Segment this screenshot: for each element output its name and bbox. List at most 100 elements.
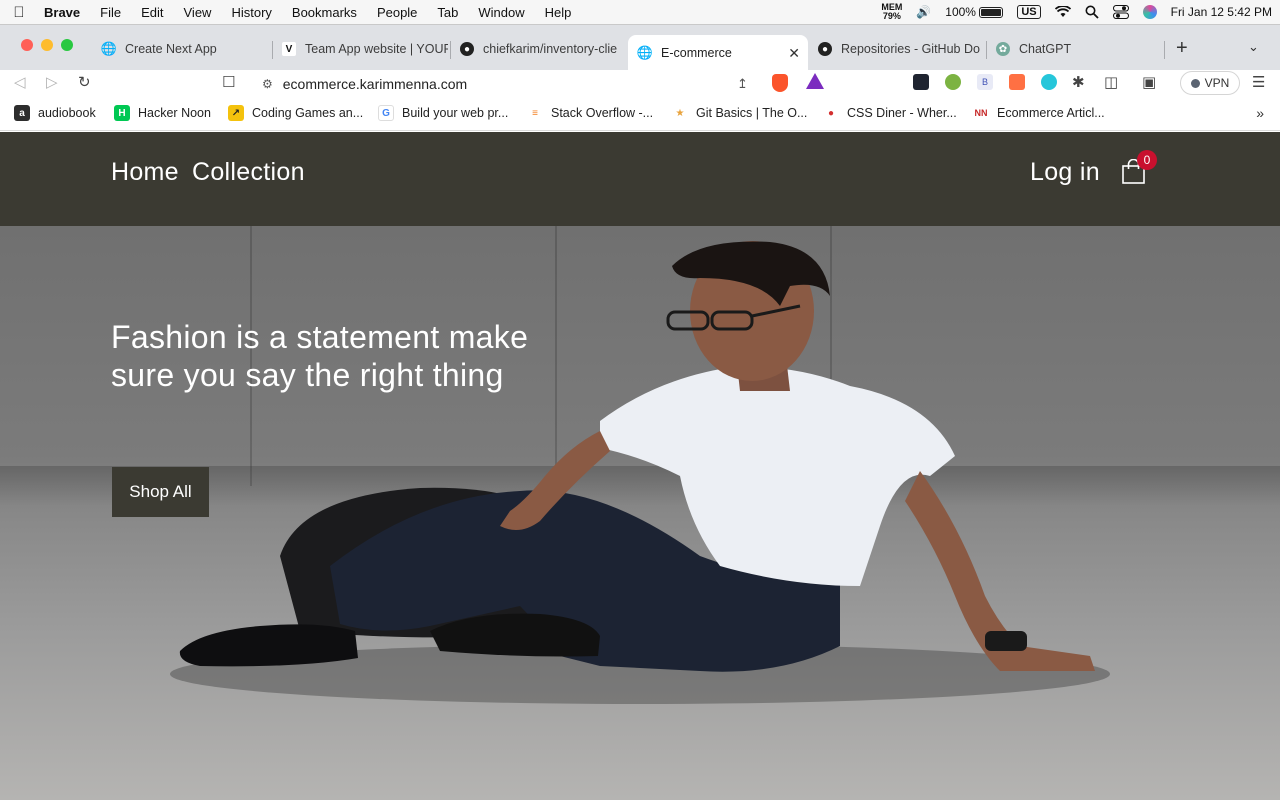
github-icon: ●	[818, 42, 832, 56]
site-settings-icon[interactable]: ⚙	[262, 77, 273, 91]
extensions-puzzle-icon[interactable]: ✱	[1072, 73, 1085, 91]
new-tab-plus-icon[interactable]: +	[1176, 37, 1188, 60]
tab-create-next-app[interactable]: 🌐 Create Next App	[92, 35, 270, 63]
tab-title: ChatGPT	[1019, 42, 1072, 56]
close-window-button[interactable]	[21, 39, 33, 51]
menubar-status-area: MEM 79% 🔊 100% US Fri Jan 12 5:42 PM	[881, 0, 1272, 24]
nav-home-link[interactable]: Home	[111, 158, 179, 187]
git-basics-icon: ★	[672, 105, 688, 121]
css-diner-icon: ●	[823, 105, 839, 121]
siri-icon[interactable]	[1142, 5, 1157, 19]
share-icon[interactable]: ↥	[737, 76, 748, 92]
tab-e-commerce[interactable]: 🌐 E-commerce ✕	[628, 35, 808, 71]
control-center-icon[interactable]	[1112, 5, 1129, 19]
tab-search-chevron-down-icon[interactable]: ⌄	[1248, 39, 1259, 55]
menu-history[interactable]: History	[221, 5, 281, 20]
bookmark-label: CSS Diner - Wher...	[847, 106, 957, 120]
shop-all-button[interactable]: Shop All	[112, 467, 209, 517]
tab-team-app-website[interactable]: V Team App website | YOUR	[272, 35, 448, 63]
bookmarks-bar: a audiobook H Hacker Noon ↗ Coding Games…	[0, 100, 1280, 131]
audiobook-icon: a	[14, 105, 30, 121]
codingame-icon: ↗	[228, 105, 244, 121]
bookmark-coding-games[interactable]: ↗ Coding Games an...	[228, 105, 363, 121]
ecommerce-article-icon: NN	[973, 105, 989, 121]
window-controls	[21, 39, 73, 51]
tab-inventory-client-repo[interactable]: ● chiefkarim/inventory-clie	[450, 35, 626, 63]
bookmark-label: Coding Games an...	[252, 106, 364, 120]
nav-login-link[interactable]: Log in	[1030, 158, 1100, 187]
bookmark-label: Build your web pr...	[402, 106, 509, 120]
bookmark-page-icon[interactable]: ☐	[222, 73, 235, 91]
menu-window[interactable]: Window	[468, 5, 534, 20]
menu-edit[interactable]: Edit	[131, 5, 173, 20]
bookmark-stack-overflow[interactable]: ≡ Stack Overflow -...	[527, 105, 653, 121]
web-page: Home Collection Log in 0 Fashion is a st…	[0, 132, 1280, 800]
back-arrow-icon[interactable]: ◁	[14, 73, 26, 91]
bookmark-css-diner[interactable]: ● CSS Diner - Wher...	[823, 105, 957, 121]
vpn-status-icon	[1190, 78, 1200, 88]
battery-indicator[interactable]: 100%	[945, 5, 1004, 19]
more-bookmarks-chevron-icon[interactable]: »	[1256, 105, 1264, 121]
address-bar[interactable]: ⚙ ecommerce.karimmenna.com ↥	[250, 70, 832, 98]
brave-rewards-icon[interactable]	[806, 73, 824, 89]
vpn-label: VPN	[1204, 76, 1230, 90]
nav-collection-link[interactable]: Collection	[192, 158, 305, 187]
tab-github-repositories[interactable]: ● Repositories - GitHub Do	[808, 35, 984, 63]
battery-icon	[979, 7, 1004, 19]
bookmark-audiobook[interactable]: a audiobook	[14, 105, 96, 121]
v-logo-icon: V	[282, 42, 296, 56]
macos-menubar:  Brave File Edit View History Bookmarks…	[0, 0, 1280, 24]
spotlight-search-icon[interactable]	[1085, 5, 1099, 19]
menu-bookmarks[interactable]: Bookmarks	[282, 5, 367, 20]
tab-title: E-commerce	[661, 46, 732, 60]
forward-arrow-icon[interactable]: ▷	[46, 73, 58, 91]
bookmark-build-web[interactable]: G Build your web pr...	[378, 105, 508, 121]
tab-title: chiefkarim/inventory-clie	[483, 42, 618, 56]
react-devtools-icon[interactable]	[913, 74, 929, 90]
stack-overflow-icon: ≡	[527, 105, 543, 121]
bookmark-hacker-noon[interactable]: H Hacker Noon	[114, 105, 211, 121]
github-icon: ●	[460, 42, 474, 56]
tab-title: Repositories - GitHub Do	[841, 42, 980, 56]
bookmark-label: audiobook	[38, 106, 96, 120]
grammar-extension-icon[interactable]	[1041, 74, 1057, 90]
bitwarden-extension-icon[interactable]: B	[977, 74, 993, 90]
brave-shields-icon[interactable]	[772, 74, 788, 92]
hacker-noon-icon: H	[114, 105, 130, 121]
sidebar-toggle-icon[interactable]: ◫	[1104, 73, 1118, 91]
bookmark-label: Ecommerce Articl...	[997, 106, 1105, 120]
menu-help[interactable]: Help	[535, 5, 582, 20]
menu-file[interactable]: File	[90, 5, 131, 20]
wifi-icon[interactable]	[1054, 6, 1071, 18]
frog-extension-icon[interactable]	[945, 74, 961, 90]
zoom-window-button[interactable]	[61, 39, 73, 51]
menu-view[interactable]: View	[174, 5, 222, 20]
memory-indicator[interactable]: MEM 79%	[881, 3, 902, 21]
bookmark-git-basics[interactable]: ★ Git Basics | The O...	[672, 105, 807, 121]
browser-tab-strip: 🌐 Create Next App V Team App website | Y…	[0, 24, 1280, 71]
reload-icon[interactable]: ↻	[78, 73, 91, 91]
fox-extension-icon[interactable]	[1009, 74, 1025, 90]
tab-title: Create Next App	[125, 42, 217, 56]
menu-tab[interactable]: Tab	[427, 5, 468, 20]
wallet-icon[interactable]: ▣	[1142, 73, 1156, 91]
volume-icon[interactable]: 🔊	[916, 5, 931, 19]
tab-title: Team App website | YOUR	[305, 42, 448, 56]
url-text[interactable]: ecommerce.karimmenna.com	[283, 76, 467, 92]
cart-count-badge: 0	[1137, 150, 1157, 170]
menu-app-name[interactable]: Brave	[38, 5, 90, 20]
globe-icon: 🌐	[100, 41, 118, 56]
clock[interactable]: Fri Jan 12 5:42 PM	[1171, 5, 1272, 19]
apple-menu-icon[interactable]: 	[0, 4, 38, 21]
main-menu-icon[interactable]: ☰	[1252, 73, 1265, 91]
chatgpt-icon: ✿	[996, 42, 1010, 56]
google-icon: G	[378, 105, 394, 121]
bookmark-label: Git Basics | The O...	[696, 106, 808, 120]
close-tab-icon[interactable]: ✕	[788, 45, 800, 62]
tab-chatgpt[interactable]: ✿ ChatGPT	[986, 35, 1156, 63]
bookmark-ecommerce-article[interactable]: NN Ecommerce Articl...	[973, 105, 1105, 121]
keyboard-layout-indicator[interactable]: US	[1017, 5, 1041, 19]
vpn-button[interactable]: VPN	[1180, 71, 1240, 95]
menu-people[interactable]: People	[367, 5, 427, 20]
minimize-window-button[interactable]	[41, 39, 53, 51]
